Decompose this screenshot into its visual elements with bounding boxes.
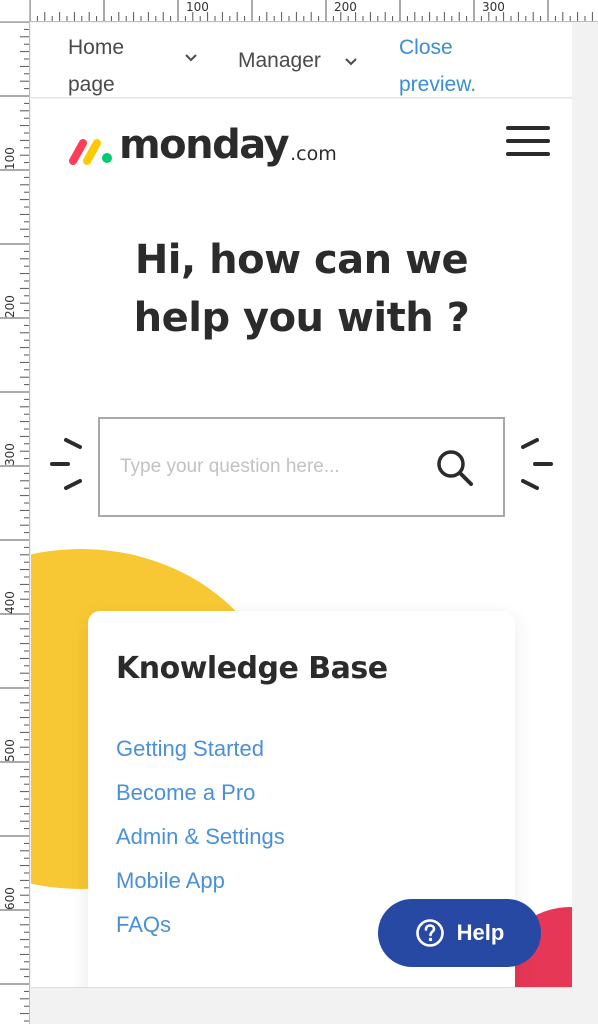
ruler-left-label: 200: [3, 295, 17, 318]
ruler-top-label: 300: [482, 0, 505, 14]
hero-line-2: help you with ?: [133, 295, 470, 341]
logo-wordmark: monday: [119, 122, 290, 168]
sparkle-right-icon: [521, 438, 553, 490]
preview-bar: Home page Manager Close preview.: [31, 23, 572, 98]
monday-logo-mark-icon: [69, 139, 112, 165]
logo-suffix: .com: [290, 143, 337, 165]
ruler-top: 100 200 300: [30, 0, 598, 22]
chevron-down-icon[interactable]: [184, 51, 198, 65]
ruler-top-label: 200: [334, 0, 357, 14]
hamburger-menu-icon[interactable]: [506, 126, 550, 160]
kb-link-getting-started[interactable]: Getting Started: [116, 727, 285, 771]
page-bottom-strip: [31, 987, 572, 1024]
monday-logo[interactable]: monday .com: [67, 119, 337, 169]
home-page-dropdown[interactable]: Home page: [68, 29, 168, 103]
sparkle-left-icon: [50, 438, 82, 490]
hero-line-1: Hi, how can we: [134, 237, 469, 283]
ruler-left-label: 500: [3, 739, 17, 762]
search-icon[interactable]: [434, 447, 476, 489]
knowledge-base-title: Knowledge Base: [116, 651, 388, 686]
ruler-top-ticks: 100 200 300: [30, 0, 593, 21]
ruler-left-label: 400: [3, 591, 17, 614]
knowledge-base-links: Getting Started Become a Pro Admin & Set…: [116, 727, 285, 947]
help-button-label: Help: [456, 920, 505, 945]
search-input[interactable]: [120, 445, 420, 489]
ruler-left-label: 300: [3, 443, 17, 466]
kb-link-become-a-pro[interactable]: Become a Pro: [116, 771, 285, 815]
kb-link-mobile-app[interactable]: Mobile App: [116, 859, 285, 903]
manager-dropdown[interactable]: Manager: [238, 45, 321, 77]
ruler-top-label: 100: [186, 0, 209, 14]
close-preview-link[interactable]: Close preview.: [399, 29, 529, 103]
kb-link-admin-settings[interactable]: Admin & Settings: [116, 815, 285, 859]
hero-heading: Hi, how can we help you with ?: [31, 231, 572, 347]
ruler-left-ticks: 100 200 300 400 500 600: [0, 22, 29, 1022]
ruler-left: 100 200 300 400 500 600: [0, 22, 30, 1024]
question-circle-icon: [415, 919, 444, 947]
help-button[interactable]: Help: [378, 899, 541, 967]
chevron-down-icon[interactable]: [344, 55, 358, 69]
ruler-left-label: 600: [3, 887, 17, 910]
kb-link-faqs[interactable]: FAQs: [116, 903, 285, 947]
help-center-page: monday .com Hi, how can we help you with…: [31, 99, 572, 987]
search-box: [98, 417, 505, 517]
ruler-corner: [0, 0, 30, 22]
ruler-left-label: 100: [3, 147, 17, 170]
